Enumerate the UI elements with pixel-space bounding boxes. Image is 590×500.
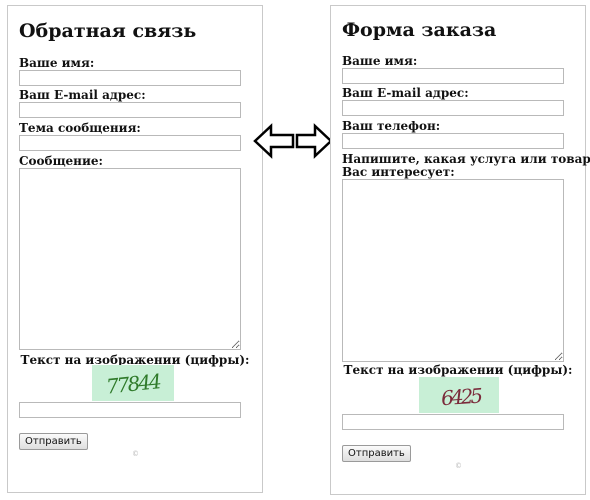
service-label-line2: Вас интересует:	[342, 165, 455, 179]
email-label: Ваш E-mail адрес:	[19, 88, 146, 102]
name-label: Ваше имя:	[19, 56, 95, 70]
order-copyright-mark: ©	[455, 462, 462, 470]
subject-input[interactable]	[19, 135, 241, 151]
name-input[interactable]	[19, 70, 241, 86]
order-captcha-image: 6425	[419, 377, 499, 413]
order-form-title: Форма заказа	[342, 19, 497, 41]
order-email-label: Ваш E-mail адрес:	[342, 86, 469, 100]
order-captcha-label: Текст на изображении (цифры):	[343, 363, 573, 377]
order-form-panel: Форма заказа Ваше имя: Ваш E-mail адрес:…	[330, 5, 590, 495]
message-label: Сообщение:	[19, 154, 103, 168]
copyright-mark: ©	[132, 450, 139, 458]
order-captcha-input[interactable]	[342, 414, 564, 430]
feedback-form-title: Обратная связь	[19, 20, 197, 42]
order-name-label: Ваше имя:	[342, 54, 418, 68]
feedback-form-panel: Обратная связь Ваше имя: Ваш E-mail адре…	[7, 5, 263, 493]
double-arrow-left-right-icon	[253, 123, 333, 159]
order-captcha-graphic: 6425	[440, 383, 483, 410]
service-textarea[interactable]	[342, 179, 564, 362]
captcha-graphic: 77844	[105, 369, 162, 399]
service-label-line1: Напишите, какая услуга или товар	[342, 152, 590, 166]
order-captcha-digits: 6425	[440, 383, 483, 410]
order-email-input[interactable]	[342, 100, 564, 116]
captcha-input[interactable]	[19, 402, 241, 418]
order-name-input[interactable]	[342, 68, 564, 84]
order-submit-button[interactable]: Отправить	[342, 445, 411, 462]
captcha-digits: 77844	[105, 369, 162, 399]
phone-input[interactable]	[342, 133, 564, 149]
phone-label: Ваш телефон:	[342, 119, 441, 133]
subject-label: Тема сообщения:	[19, 121, 141, 135]
captcha-image: 77844	[92, 365, 174, 401]
message-textarea[interactable]	[19, 168, 241, 350]
email-input[interactable]	[19, 102, 241, 118]
submit-button[interactable]: Отправить	[19, 433, 88, 450]
